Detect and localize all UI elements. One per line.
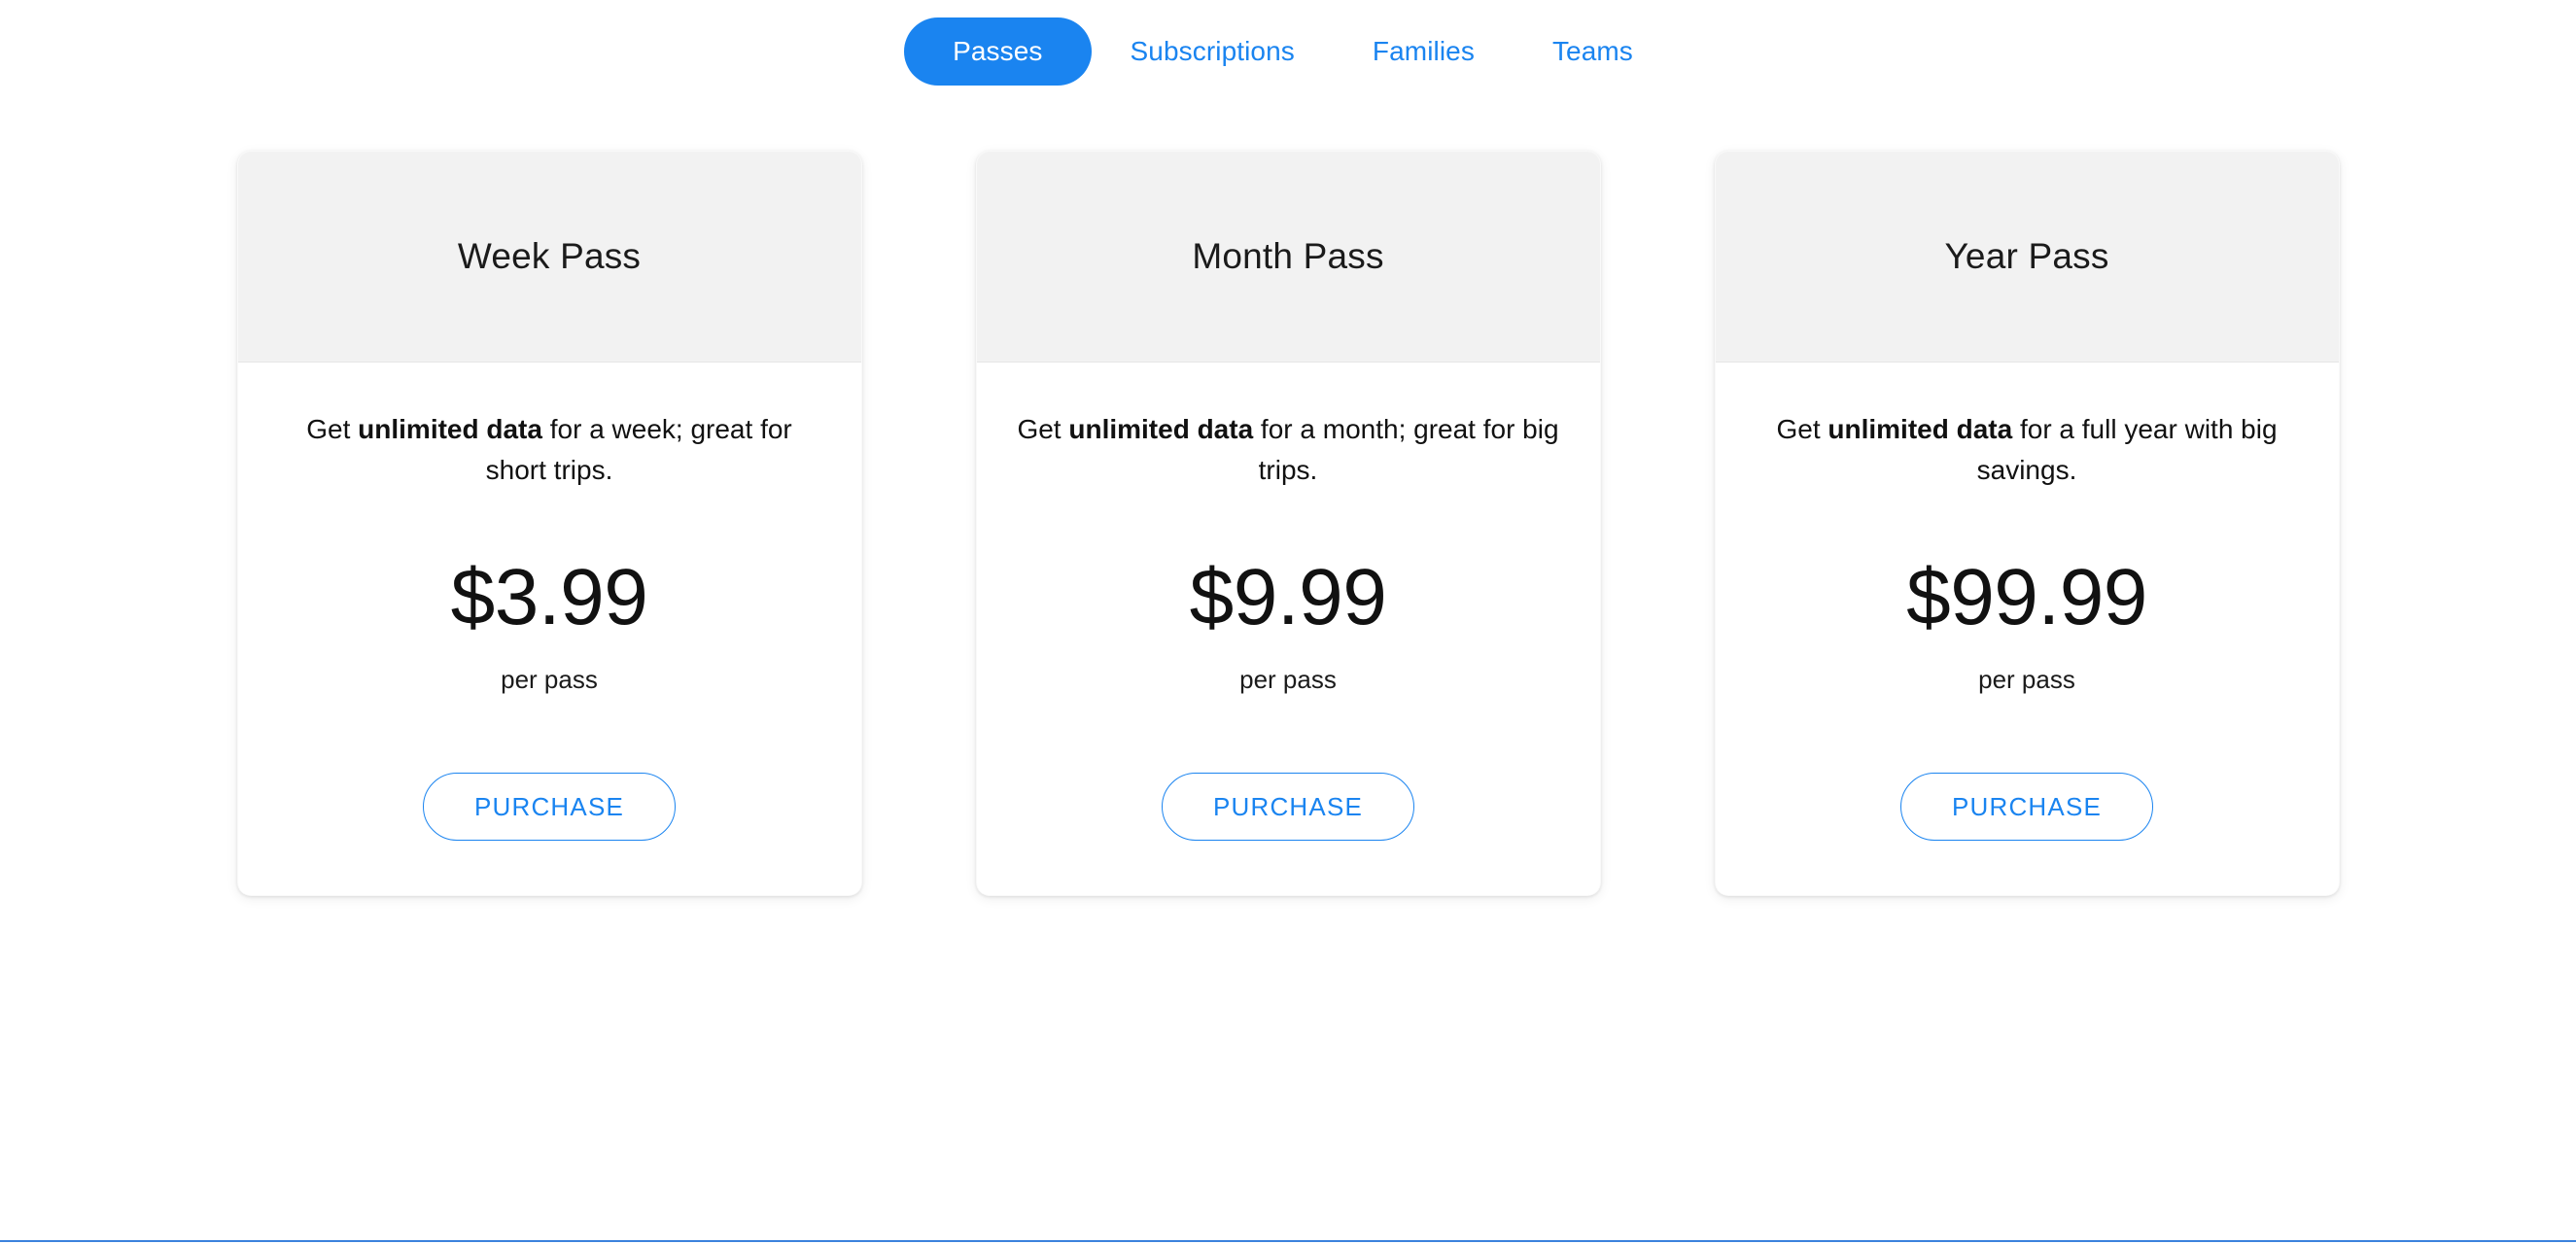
- purchase-button[interactable]: PURCHASE: [422, 773, 677, 841]
- card-price-unit: per pass: [1239, 665, 1337, 694]
- description-text-before: Get: [1776, 414, 1828, 444]
- card-price: $99.99: [1906, 553, 2147, 641]
- tab-families[interactable]: Families: [1334, 17, 1514, 86]
- card-price: $3.99: [450, 553, 648, 641]
- card-description: Get unlimited data for a full year with …: [1755, 409, 2299, 491]
- description-text-before: Get: [1017, 414, 1069, 444]
- card-price: $9.99: [1189, 553, 1387, 641]
- tab-subscriptions[interactable]: Subscriptions: [1092, 17, 1334, 86]
- purchase-button[interactable]: PURCHASE: [1161, 773, 1415, 841]
- card-body: Get unlimited data for a week; great for…: [238, 363, 861, 895]
- card-description: Get unlimited data for a month; great fo…: [1016, 409, 1560, 491]
- card-price-unit: per pass: [501, 665, 598, 694]
- description-text-after: for a month; great for big trips.: [1253, 414, 1559, 485]
- description-highlight: unlimited data: [1828, 414, 2013, 444]
- pricing-card-year-pass: Year Pass Get unlimited data for a full …: [1714, 151, 2340, 896]
- card-title: Month Pass: [1192, 236, 1384, 276]
- purchase-button[interactable]: PURCHASE: [1899, 773, 2154, 841]
- card-header: Week Pass: [237, 152, 861, 363]
- description-text-before: Get: [306, 414, 359, 444]
- description-highlight: unlimited data: [358, 414, 542, 444]
- card-header: Year Pass: [1715, 152, 2339, 363]
- card-body: Get unlimited data for a full year with …: [1716, 363, 2339, 895]
- card-title: Week Pass: [457, 236, 642, 276]
- pricing-card-month-pass: Month Pass Get unlimited data for a mont…: [975, 151, 1601, 896]
- description-highlight: unlimited data: [1068, 414, 1254, 444]
- description-text-after: for a full year with big savings.: [1976, 414, 2278, 485]
- pricing-card-week-pass: Week Pass Get unlimited data for a week;…: [236, 151, 862, 896]
- footer-divider: [0, 1240, 2576, 1242]
- card-body: Get unlimited data for a month; great fo…: [977, 363, 1600, 895]
- card-price-unit: per pass: [1978, 665, 2075, 694]
- card-title: Year Pass: [1944, 236, 2109, 276]
- pricing-tab-bar: Passes Subscriptions Families Teams: [0, 0, 2576, 86]
- pricing-card-grid: Week Pass Get unlimited data for a week;…: [0, 151, 2576, 896]
- tab-passes[interactable]: Passes: [904, 17, 1092, 86]
- tab-teams[interactable]: Teams: [1514, 17, 1672, 86]
- card-description: Get unlimited data for a week; great for…: [277, 409, 821, 491]
- card-header: Month Pass: [976, 152, 1600, 363]
